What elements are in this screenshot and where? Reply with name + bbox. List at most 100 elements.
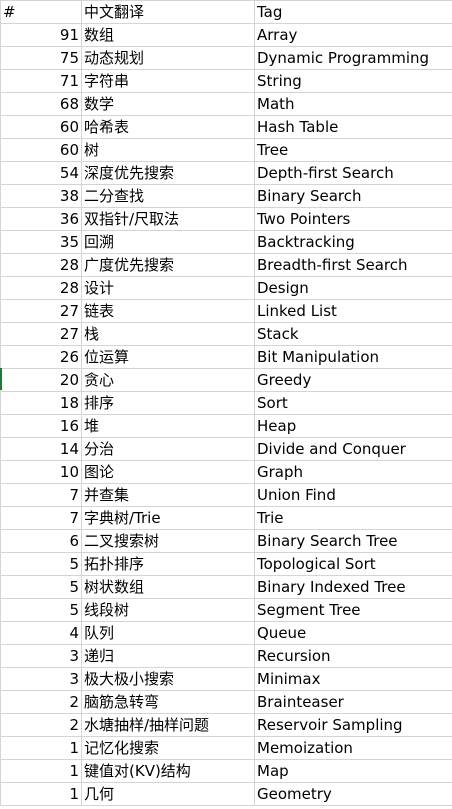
- cell-tag[interactable]: Binary Search Tree: [254, 529, 452, 553]
- cell-tag[interactable]: Recursion: [254, 644, 452, 668]
- cell-chinese-translation[interactable]: 队列: [81, 621, 255, 645]
- cell-chinese-translation[interactable]: 并查集: [81, 483, 255, 507]
- cell-count[interactable]: 3: [0, 644, 82, 668]
- cell-chinese-translation[interactable]: 链表: [81, 299, 255, 323]
- cell-count[interactable]: 27: [0, 322, 82, 346]
- cell-tag[interactable]: Dynamic Programming: [254, 46, 452, 70]
- cell-count[interactable]: 91: [0, 23, 82, 47]
- cell-chinese-translation[interactable]: 贪心: [81, 368, 255, 392]
- cell-chinese-translation[interactable]: 深度优先搜索: [81, 161, 255, 185]
- cell-chinese-translation[interactable]: 堆: [81, 414, 255, 438]
- cell-tag[interactable]: Map: [254, 759, 452, 783]
- cell-chinese-translation[interactable]: 水塘抽样/抽样问题: [81, 713, 255, 737]
- cell-count[interactable]: 71: [0, 69, 82, 93]
- cell-chinese-translation[interactable]: 双指针/尺取法: [81, 207, 255, 231]
- cell-count[interactable]: 68: [0, 92, 82, 116]
- cell-chinese-translation[interactable]: 递归: [81, 644, 255, 668]
- cell-count[interactable]: 7: [0, 483, 82, 507]
- cell-tag[interactable]: Greedy: [254, 368, 452, 392]
- cell-chinese-translation[interactable]: 设计: [81, 276, 255, 300]
- cell-chinese-translation[interactable]: 极大极小搜索: [81, 667, 255, 691]
- cell-count[interactable]: 2: [0, 690, 82, 714]
- cell-chinese-translation[interactable]: 树: [81, 138, 255, 162]
- cell-chinese-translation[interactable]: 排序: [81, 391, 255, 415]
- header-cell-tag[interactable]: Tag: [254, 0, 452, 24]
- cell-tag[interactable]: Geometry: [254, 782, 452, 806]
- cell-tag[interactable]: Two Pointers: [254, 207, 452, 231]
- cell-chinese-translation[interactable]: 线段树: [81, 598, 255, 622]
- cell-count[interactable]: 28: [0, 253, 82, 277]
- cell-count[interactable]: 54: [0, 161, 82, 185]
- cell-chinese-translation[interactable]: 二分查找: [81, 184, 255, 208]
- cell-tag[interactable]: Trie: [254, 506, 452, 530]
- cell-chinese-translation[interactable]: 数学: [81, 92, 255, 116]
- cell-count[interactable]: 18: [0, 391, 82, 415]
- cell-count[interactable]: 75: [0, 46, 82, 70]
- cell-tag[interactable]: Sort: [254, 391, 452, 415]
- cell-chinese-translation[interactable]: 位运算: [81, 345, 255, 369]
- cell-chinese-translation[interactable]: 二叉搜索树: [81, 529, 255, 553]
- cell-count[interactable]: 2: [0, 713, 82, 737]
- cell-count[interactable]: 6: [0, 529, 82, 553]
- header-cell-num[interactable]: #: [0, 0, 82, 24]
- cell-chinese-translation[interactable]: 脑筋急转弯: [81, 690, 255, 714]
- cell-tag[interactable]: Queue: [254, 621, 452, 645]
- cell-tag[interactable]: Hash Table: [254, 115, 452, 139]
- cell-chinese-translation[interactable]: 拓扑排序: [81, 552, 255, 576]
- cell-chinese-translation[interactable]: 分治: [81, 437, 255, 461]
- cell-tag[interactable]: Union Find: [254, 483, 452, 507]
- cell-count[interactable]: 4: [0, 621, 82, 645]
- cell-chinese-translation[interactable]: 广度优先搜索: [81, 253, 255, 277]
- cell-tag[interactable]: Topological Sort: [254, 552, 452, 576]
- cell-tag[interactable]: Heap: [254, 414, 452, 438]
- cell-tag[interactable]: Binary Search: [254, 184, 452, 208]
- cell-chinese-translation[interactable]: 哈希表: [81, 115, 255, 139]
- cell-count[interactable]: 28: [0, 276, 82, 300]
- cell-tag[interactable]: Divide and Conquer: [254, 437, 452, 461]
- cell-count[interactable]: 3: [0, 667, 82, 691]
- cell-count[interactable]: 27: [0, 299, 82, 323]
- cell-count[interactable]: 10: [0, 460, 82, 484]
- cell-chinese-translation[interactable]: 记忆化搜索: [81, 736, 255, 760]
- cell-count[interactable]: 7: [0, 506, 82, 530]
- cell-count[interactable]: 36: [0, 207, 82, 231]
- cell-tag[interactable]: Minimax: [254, 667, 452, 691]
- cell-count[interactable]: 14: [0, 437, 82, 461]
- cell-tag[interactable]: Binary Indexed Tree: [254, 575, 452, 599]
- cell-count[interactable]: 38: [0, 184, 82, 208]
- cell-chinese-translation[interactable]: 数组: [81, 23, 255, 47]
- cell-tag[interactable]: Depth-first Search: [254, 161, 452, 185]
- cell-tag[interactable]: Design: [254, 276, 452, 300]
- cell-tag[interactable]: Graph: [254, 460, 452, 484]
- cell-tag[interactable]: Bit Manipulation: [254, 345, 452, 369]
- cell-count[interactable]: 60: [0, 138, 82, 162]
- cell-tag[interactable]: Stack: [254, 322, 452, 346]
- cell-tag[interactable]: Array: [254, 23, 452, 47]
- cell-count[interactable]: 60: [0, 115, 82, 139]
- cell-chinese-translation[interactable]: 键值对(KV)结构: [81, 759, 255, 783]
- cell-chinese-translation[interactable]: 树状数组: [81, 575, 255, 599]
- cell-count[interactable]: 1: [0, 782, 82, 806]
- cell-chinese-translation[interactable]: 几何: [81, 782, 255, 806]
- cell-count[interactable]: 5: [0, 552, 82, 576]
- cell-count[interactable]: 26: [0, 345, 82, 369]
- cell-tag[interactable]: Brainteaser: [254, 690, 452, 714]
- cell-count[interactable]: 5: [0, 575, 82, 599]
- cell-tag[interactable]: Tree: [254, 138, 452, 162]
- cell-tag[interactable]: String: [254, 69, 452, 93]
- cell-chinese-translation[interactable]: 回溯: [81, 230, 255, 254]
- cell-tag[interactable]: Memoization: [254, 736, 452, 760]
- cell-count[interactable]: 5: [0, 598, 82, 622]
- cell-chinese-translation[interactable]: 栈: [81, 322, 255, 346]
- cell-chinese-translation[interactable]: 图论: [81, 460, 255, 484]
- cell-tag[interactable]: Backtracking: [254, 230, 452, 254]
- cell-count[interactable]: 35: [0, 230, 82, 254]
- cell-tag[interactable]: Linked List: [254, 299, 452, 323]
- cell-tag[interactable]: Segment Tree: [254, 598, 452, 622]
- cell-chinese-translation[interactable]: 字符串: [81, 69, 255, 93]
- header-cell-chinese[interactable]: 中文翻译: [81, 0, 255, 24]
- cell-chinese-translation[interactable]: 动态规划: [81, 46, 255, 70]
- cell-chinese-translation[interactable]: 字典树/Trie: [81, 506, 255, 530]
- cell-tag[interactable]: Math: [254, 92, 452, 116]
- cell-count[interactable]: 20: [0, 368, 82, 392]
